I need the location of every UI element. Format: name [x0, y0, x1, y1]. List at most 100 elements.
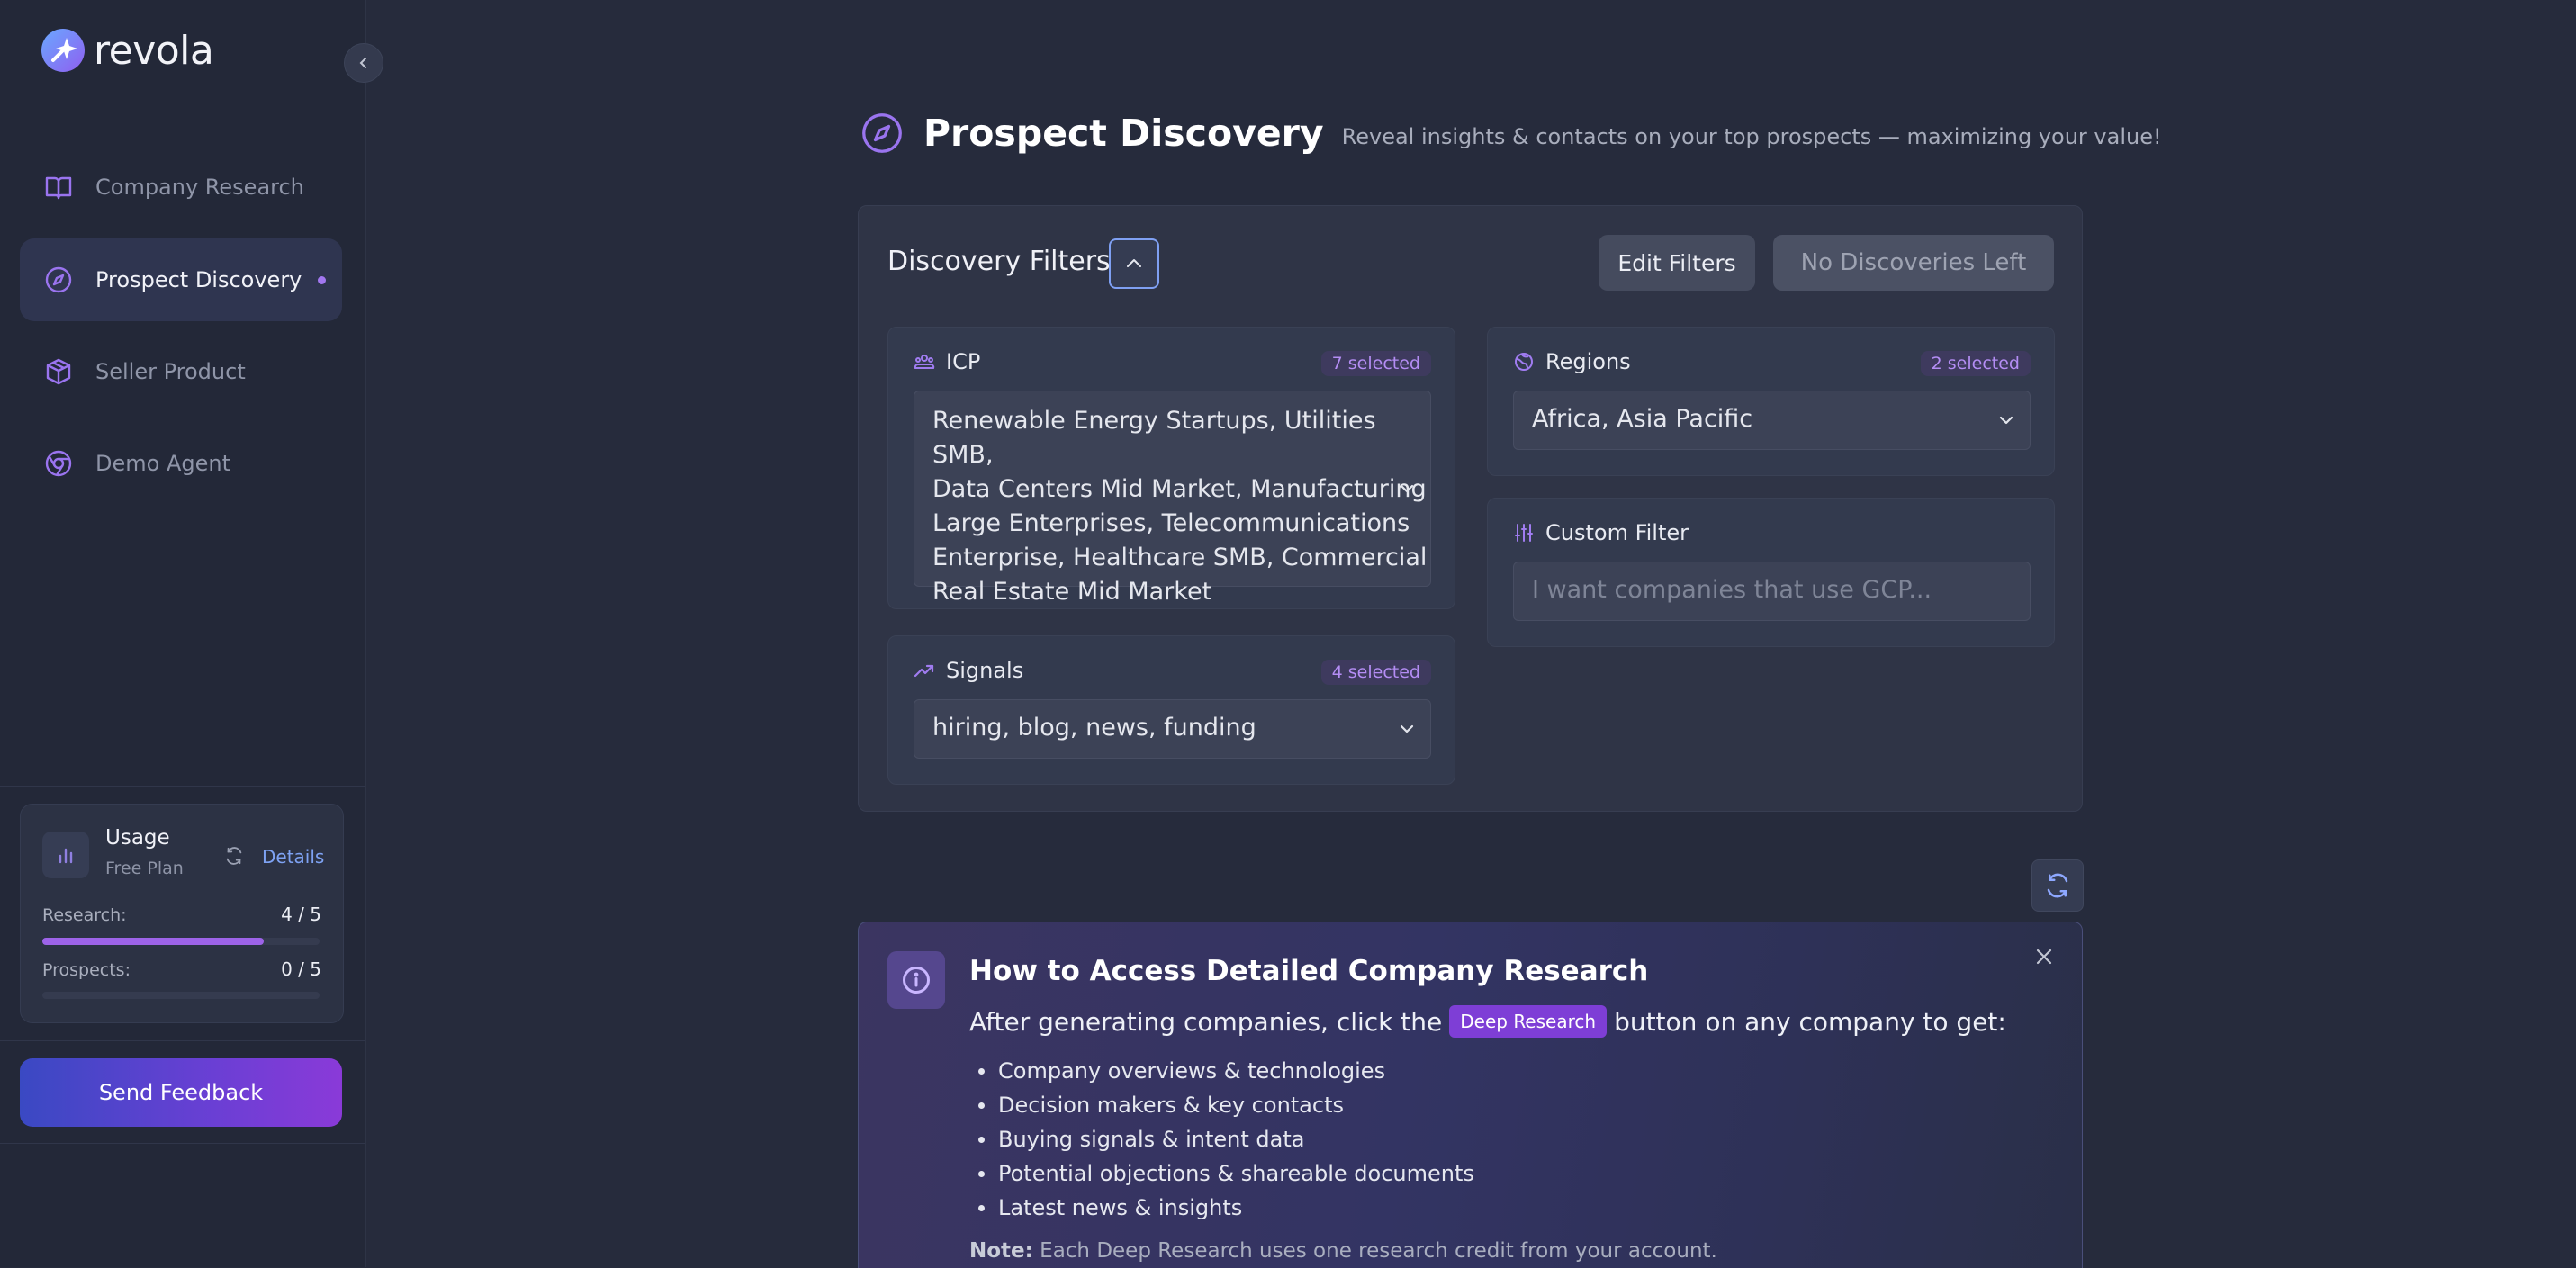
prospects-label: Prospects:	[42, 960, 131, 980]
users-icon	[914, 351, 935, 373]
icp-value: Renewable Energy Startups, Utilities SMB…	[932, 404, 1430, 609]
deep-research-tag: Deep Research	[1449, 1005, 1608, 1038]
icp-header: ICP	[914, 349, 980, 374]
compass-icon	[43, 265, 74, 295]
icp-value-line: Data Centers Mid Market, Manufacturing	[932, 475, 1427, 503]
sidebar-item-demo-agent[interactable]: Demo Agent	[20, 422, 342, 505]
chevron-down-icon	[1997, 411, 2015, 429]
chevron-up-icon	[1124, 254, 1144, 274]
list-item: Buying signals & intent data	[978, 1122, 1474, 1156]
custom-filter-header: Custom Filter	[1513, 520, 1689, 545]
list-item: Company overviews & technologies	[978, 1054, 1474, 1088]
details-link[interactable]: Details	[262, 846, 324, 868]
usage-title: Usage	[105, 826, 170, 850]
revola-logo-icon	[40, 27, 86, 74]
info-icon	[887, 951, 945, 1009]
regions-label: Regions	[1545, 349, 1631, 374]
sidebar-item-prospect-discovery[interactable]: Prospect Discovery	[20, 238, 342, 321]
refresh-icon[interactable]	[224, 846, 244, 866]
list-item: Latest news & insights	[978, 1191, 1474, 1225]
chevron-left-icon	[356, 56, 371, 70]
chevron-down-icon	[1398, 720, 1416, 738]
chrome-icon	[43, 448, 74, 479]
custom-filter-placeholder: I want companies that use GCP...	[1532, 576, 1932, 604]
info-line-before: After generating companies, click the	[969, 1006, 1443, 1037]
icp-value-line: Renewable Energy Startups, Utilities SMB…	[932, 407, 1376, 469]
info-title: How to Access Detailed Company Research	[969, 955, 1649, 987]
sidebar-item-label: Seller Product	[95, 359, 246, 384]
no-discoveries-left-button[interactable]: No Discoveries Left	[1773, 235, 2054, 291]
book-icon	[43, 172, 74, 202]
chevron-down-icon	[1398, 480, 1416, 498]
globe-icon	[1513, 351, 1535, 373]
sidebar-item-label: Company Research	[95, 175, 304, 200]
prospects-value: 0 / 5	[281, 958, 321, 980]
brand-name: revola	[94, 27, 214, 74]
signals-label: Signals	[946, 658, 1024, 683]
icp-selected-badge: 7 selected	[1320, 351, 1431, 376]
custom-filter-card: Custom Filter I want companies that use …	[1487, 498, 2055, 647]
research-value: 4 / 5	[281, 904, 321, 925]
refresh-icon	[2044, 872, 2071, 899]
sidebar-item-seller-product[interactable]: Seller Product	[20, 330, 342, 413]
compass-icon	[860, 112, 904, 155]
info-line-after: button on any company to get:	[1614, 1006, 2006, 1037]
close-icon[interactable]	[2033, 946, 2055, 967]
signals-card: Signals 4 selected hiring, blog, news, f…	[887, 635, 1455, 785]
regions-selected-badge: 2 selected	[1920, 351, 2031, 376]
logo[interactable]: revola	[40, 27, 214, 74]
collapse-sidebar-button[interactable]	[344, 43, 383, 83]
active-indicator-dot	[318, 276, 326, 284]
icp-select[interactable]: Renewable Energy Startups, Utilities SMB…	[914, 391, 1431, 606]
signals-selected-badge: 4 selected	[1320, 660, 1431, 685]
send-feedback-button[interactable]: Send Feedback	[20, 1058, 342, 1127]
sidebar-divider	[0, 1143, 365, 1144]
note-label: Note:	[969, 1239, 1033, 1263]
usage-panel: Usage Free Plan Details Research: 4 / 5 …	[20, 804, 344, 1023]
research-progress-track	[42, 938, 320, 945]
bar-chart-icon	[42, 832, 89, 878]
custom-filter-label: Custom Filter	[1545, 520, 1689, 545]
filters-title: Discovery Filters	[887, 246, 1111, 277]
research-progress-fill	[42, 938, 265, 945]
info-instruction: After generating companies, click the De…	[969, 1005, 2006, 1038]
sliders-icon	[1513, 522, 1535, 544]
trending-up-icon	[914, 660, 935, 681]
info-note: Note: Each Deep Research uses one resear…	[969, 1239, 1717, 1263]
refresh-button[interactable]	[2031, 859, 2084, 912]
page-subtitle: Reveal insights & contacts on your top p…	[1341, 124, 2162, 149]
page-header: Prospect Discovery Reveal insights & con…	[860, 112, 2162, 155]
regions-value: Africa, Asia Pacific	[1532, 405, 1753, 433]
icp-value-line: Enterprise, Healthcare SMB, Commercial	[932, 544, 1428, 571]
icp-card: ICP 7 selected Renewable Energy Startups…	[887, 327, 1455, 609]
icp-label: ICP	[946, 349, 981, 374]
sidebar-item-label: Demo Agent	[95, 451, 230, 476]
list-item: Potential objections & shareable documen…	[978, 1156, 1474, 1191]
custom-filter-input[interactable]: I want companies that use GCP...	[1513, 562, 2031, 621]
box-icon	[43, 356, 74, 387]
sidebar-divider	[0, 786, 365, 787]
signals-select[interactable]: hiring, blog, news, funding	[914, 699, 1431, 759]
regions-card: Regions 2 selected Africa, Asia Pacific	[1487, 327, 2055, 476]
edit-filters-button[interactable]: Edit Filters	[1599, 235, 1755, 291]
list-item: Decision makers & key contacts	[978, 1088, 1474, 1122]
regions-select[interactable]: Africa, Asia Pacific	[1513, 391, 2031, 450]
regions-header: Regions	[1513, 349, 1631, 374]
discovery-filters-panel: Discovery Filters Edit Filters No Discov…	[858, 205, 2083, 812]
page-title: Prospect Discovery	[923, 112, 1324, 155]
deep-research-info-card: How to Access Detailed Company Research …	[858, 922, 2083, 1268]
usage-plan: Free Plan	[105, 859, 184, 878]
sidebar-divider	[0, 1040, 365, 1041]
collapse-filters-button[interactable]	[1109, 238, 1159, 289]
info-benefits-list: Company overviews & technologies Decisio…	[978, 1054, 1474, 1225]
research-label: Research:	[42, 905, 127, 925]
sidebar: revola Company Research Prospect Discove…	[0, 0, 383, 1267]
prospects-progress-track	[42, 992, 320, 999]
signals-header: Signals	[914, 658, 1023, 683]
signals-value: hiring, blog, news, funding	[932, 714, 1256, 742]
sidebar-item-company-research[interactable]: Company Research	[20, 146, 342, 229]
sidebar-item-label: Prospect Discovery	[95, 267, 302, 292]
icp-value-line: Large Enterprises, Telecommunications	[932, 509, 1410, 537]
icp-value-line: Real Estate Mid Market	[932, 578, 1212, 606]
note-text: Each Deep Research uses one research cre…	[1040, 1239, 1717, 1263]
